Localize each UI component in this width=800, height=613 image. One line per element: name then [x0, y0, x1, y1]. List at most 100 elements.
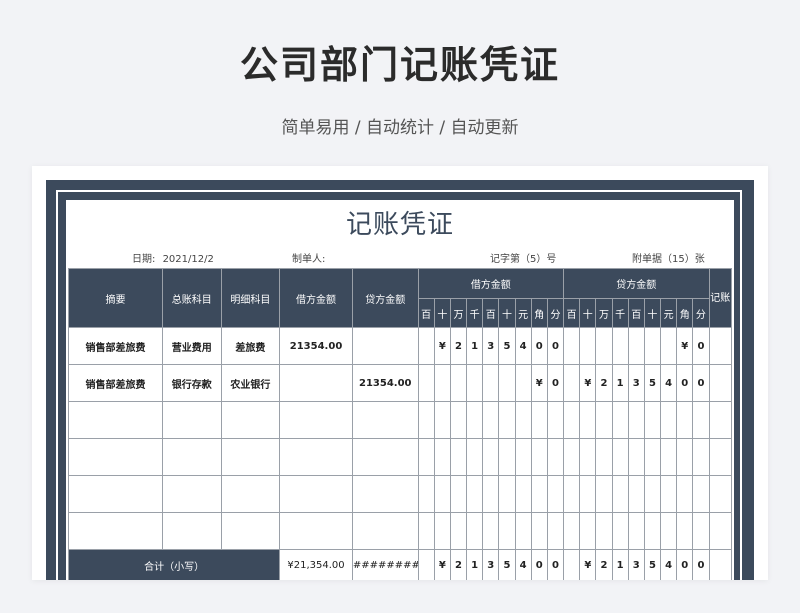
empty-cell[interactable] [627, 438, 645, 476]
total-credit-digit-cell[interactable]: 3 [627, 549, 645, 580]
debit-digit-cell[interactable]: 3 [482, 327, 500, 365]
empty-cell[interactable] [563, 438, 581, 476]
empty-cell[interactable] [659, 512, 678, 550]
debit-amount-cell[interactable] [279, 364, 353, 402]
credit-digit-cell[interactable] [659, 327, 678, 365]
credit-digit-cell[interactable] [563, 364, 581, 402]
posted-cell[interactable] [708, 364, 733, 402]
empty-cell[interactable] [498, 401, 516, 439]
total-debit-digit-cell[interactable]: ¥ [433, 549, 451, 580]
empty-cell[interactable] [676, 475, 694, 513]
credit-digit-cell[interactable] [595, 327, 613, 365]
empty-cell[interactable] [279, 401, 353, 439]
credit-amount-cell[interactable]: 21354.00 [351, 364, 419, 402]
total-debit-digit-cell[interactable]: 0 [530, 549, 548, 580]
general-account-cell[interactable]: 银行存款 [161, 364, 222, 402]
credit-digit-cell[interactable]: 0 [676, 364, 694, 402]
empty-cell[interactable] [643, 512, 662, 550]
empty-cell[interactable] [579, 401, 597, 439]
empty-cell[interactable] [676, 438, 694, 476]
empty-cell[interactable] [482, 475, 500, 513]
empty-cell[interactable] [530, 475, 548, 513]
credit-digit-cell[interactable]: 0 [692, 364, 710, 402]
posted-cell[interactable] [708, 327, 733, 365]
debit-digit-cell[interactable]: 1 [466, 327, 484, 365]
credit-digit-cell[interactable] [611, 327, 629, 365]
empty-cell[interactable] [351, 438, 419, 476]
empty-cell[interactable] [449, 512, 468, 550]
credit-digit-cell[interactable]: 5 [643, 364, 662, 402]
total-debit-digit-cell[interactable]: 1 [466, 549, 484, 580]
total-credit-digit-cell[interactable] [563, 549, 581, 580]
empty-cell[interactable] [514, 475, 532, 513]
general-account-cell[interactable]: 营业费用 [161, 327, 222, 365]
empty-cell[interactable] [692, 512, 710, 550]
credit-digit-cell[interactable] [579, 327, 597, 365]
empty-cell[interactable] [676, 512, 694, 550]
empty-cell[interactable] [611, 401, 629, 439]
credit-digit-cell[interactable]: ¥ [676, 327, 694, 365]
debit-digit-cell[interactable]: ¥ [530, 364, 548, 402]
empty-cell[interactable] [417, 438, 435, 476]
debit-digit-cell[interactable] [466, 364, 484, 402]
empty-cell[interactable] [546, 512, 565, 550]
empty-cell[interactable] [643, 438, 662, 476]
empty-cell[interactable] [643, 475, 662, 513]
empty-cell[interactable] [68, 438, 163, 476]
empty-cell[interactable] [449, 438, 468, 476]
empty-cell[interactable] [530, 438, 548, 476]
empty-cell[interactable] [595, 475, 613, 513]
empty-cell[interactable] [546, 438, 565, 476]
total-debit-digit-cell[interactable] [417, 549, 435, 580]
empty-cell[interactable] [449, 475, 468, 513]
empty-cell[interactable] [708, 438, 733, 476]
debit-digit-cell[interactable]: 4 [514, 327, 532, 365]
credit-digit-cell[interactable]: 4 [659, 364, 678, 402]
empty-cell[interactable] [579, 475, 597, 513]
empty-cell[interactable] [546, 475, 565, 513]
total-credit-digit-cell[interactable]: 1 [611, 549, 629, 580]
empty-cell[interactable] [220, 475, 281, 513]
empty-cell[interactable] [466, 438, 484, 476]
debit-digit-cell[interactable]: ¥ [433, 327, 451, 365]
credit-digit-cell[interactable]: ¥ [579, 364, 597, 402]
empty-cell[interactable] [563, 512, 581, 550]
empty-cell[interactable] [595, 401, 613, 439]
total-debit-amount[interactable]: ¥21,354.00 [279, 549, 353, 580]
empty-cell[interactable] [611, 475, 629, 513]
empty-cell[interactable] [498, 438, 516, 476]
credit-amount-cell[interactable] [351, 327, 419, 365]
debit-digit-cell[interactable] [498, 364, 516, 402]
empty-cell[interactable] [433, 512, 451, 550]
empty-cell[interactable] [514, 512, 532, 550]
empty-cell[interactable] [351, 475, 419, 513]
empty-cell[interactable] [279, 438, 353, 476]
credit-digit-cell[interactable] [643, 327, 662, 365]
detail-account-cell[interactable]: 农业银行 [220, 364, 281, 402]
summary-cell[interactable]: 销售部差旅费 [68, 364, 163, 402]
empty-cell[interactable] [351, 401, 419, 439]
empty-cell[interactable] [417, 475, 435, 513]
debit-digit-cell[interactable]: 0 [530, 327, 548, 365]
total-posted-cell[interactable] [708, 549, 733, 580]
empty-cell[interactable] [611, 438, 629, 476]
empty-cell[interactable] [643, 401, 662, 439]
total-credit-digit-cell[interactable]: 2 [595, 549, 613, 580]
empty-cell[interactable] [676, 401, 694, 439]
empty-cell[interactable] [68, 512, 163, 550]
empty-cell[interactable] [161, 401, 222, 439]
debit-digit-cell[interactable]: 5 [498, 327, 516, 365]
debit-digit-cell[interactable]: 0 [546, 364, 565, 402]
empty-cell[interactable] [611, 512, 629, 550]
empty-cell[interactable] [498, 475, 516, 513]
empty-cell[interactable] [417, 512, 435, 550]
total-debit-digit-cell[interactable]: 3 [482, 549, 500, 580]
debit-digit-cell[interactable] [417, 364, 435, 402]
debit-digit-cell[interactable]: 2 [449, 327, 468, 365]
empty-cell[interactable] [351, 512, 419, 550]
empty-cell[interactable] [595, 512, 613, 550]
empty-cell[interactable] [433, 438, 451, 476]
empty-cell[interactable] [68, 401, 163, 439]
empty-cell[interactable] [579, 512, 597, 550]
empty-cell[interactable] [466, 475, 484, 513]
